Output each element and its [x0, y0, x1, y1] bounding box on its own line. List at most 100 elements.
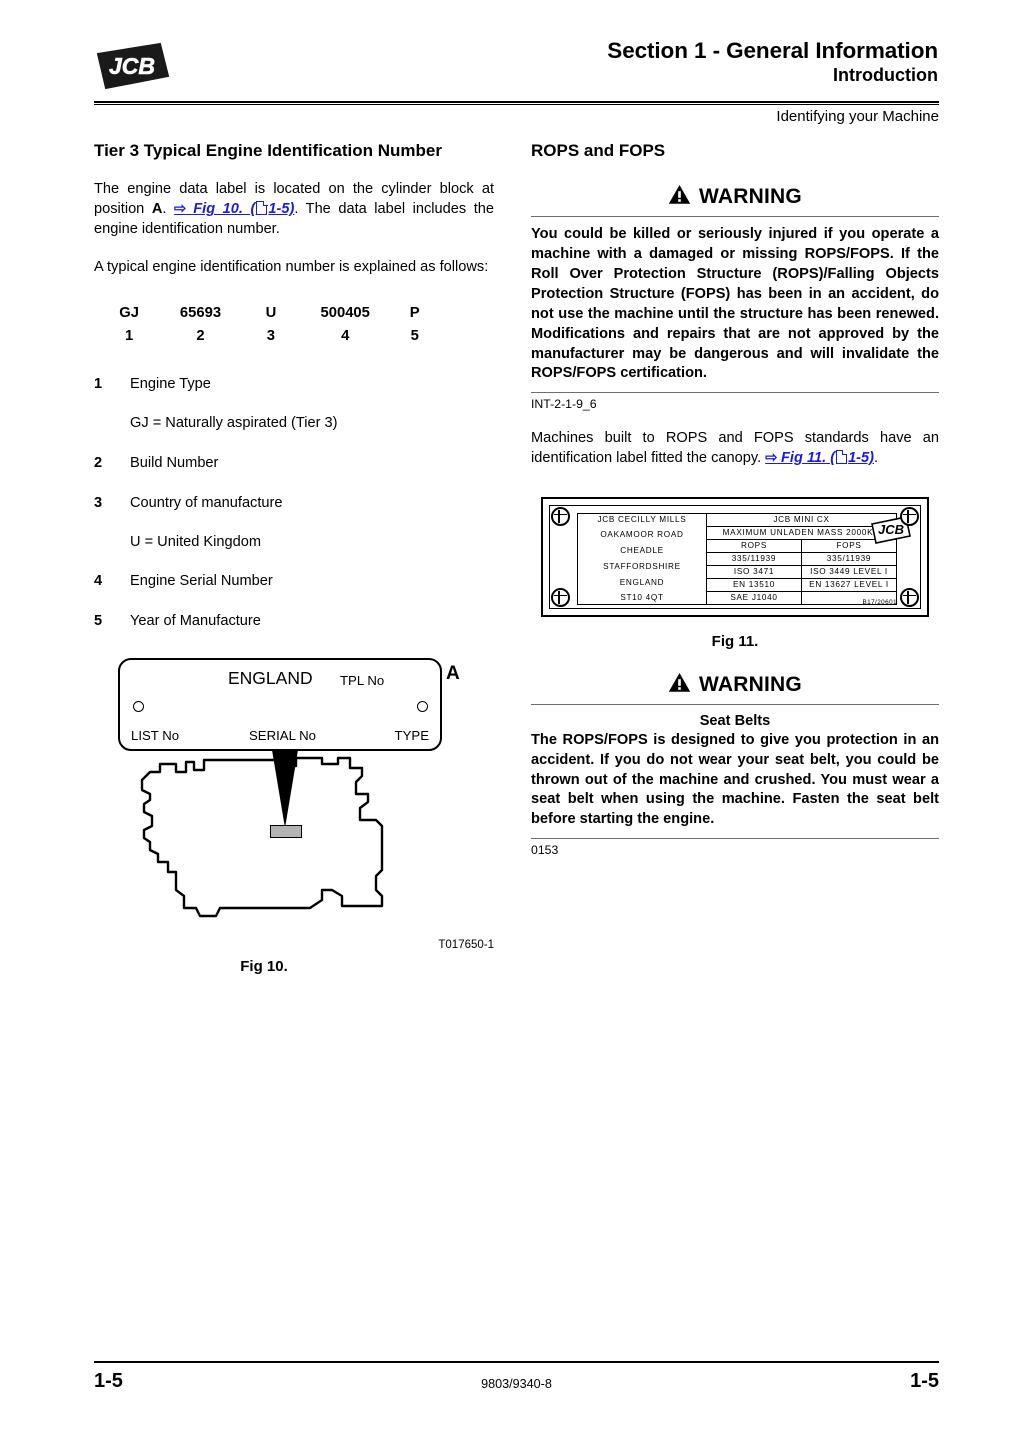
id-index-1: 1 — [124, 328, 134, 345]
address-line: STAFFORDSHIRE — [603, 561, 681, 571]
list-item: 3 Country of manufacture — [94, 494, 494, 514]
warning-block-rops-fops: WARNING You could be killed or seriously… — [531, 184, 939, 411]
left-column: Tier 3 Typical Engine Identification Num… — [94, 140, 494, 988]
rivet-top-left-icon — [551, 506, 570, 526]
id-parts-row: GJ 65693 U 500405 P — [104, 302, 434, 326]
label-location-marker — [270, 825, 302, 839]
address-line: JCB CECILLY MILLS — [597, 514, 687, 524]
xref-fig11-link[interactable]: ⇨ Fig 11. ( 1-5) — [765, 449, 875, 467]
list-item: 4 Engine Serial Number — [94, 572, 494, 592]
figure-10-caption: Fig 10. — [240, 958, 288, 976]
section-heading-rops-fops: ROPS and FOPS — [531, 141, 666, 160]
warning-text: You could be killed or seriously injured… — [531, 226, 939, 382]
leader-pointer-icon — [271, 744, 299, 829]
machine-model: JCB MINI CX — [773, 515, 830, 525]
list-item-number: 2 — [94, 454, 103, 471]
warning-triangle-icon — [668, 672, 691, 698]
id-index-4: 4 — [341, 328, 350, 345]
address-line: OAKAMOOR ROAD — [600, 530, 684, 540]
warning-reference-code: 0153 — [531, 843, 559, 858]
list-item: 2 Build Number — [94, 454, 494, 474]
rivet-bottom-left-icon — [551, 587, 570, 607]
plate-type: TYPE — [394, 728, 429, 744]
xref-label: Fig 10. ( — [193, 201, 256, 218]
id-index-3: 3 — [266, 328, 276, 345]
engine-id-legend-list: 1 Engine Type GJ = Naturally aspirated (… — [94, 375, 494, 632]
list-item-label: Build Number — [130, 454, 219, 471]
list-item-number: 1 — [94, 376, 103, 393]
page-icon — [836, 449, 848, 465]
table-cell: ISO 3471 — [707, 565, 802, 578]
label-drawing-code: B17/20601 — [862, 598, 897, 606]
id-part-5: P — [409, 304, 420, 321]
table-row: ISO 3471 ISO 3449 LEVEL I — [707, 565, 896, 579]
paragraph-typical-number: A typical engine identification number i… — [94, 258, 489, 275]
warning-text: The ROPS/FOPS is designed to give you pr… — [531, 731, 939, 828]
footer-divider — [94, 1361, 939, 1363]
header-divider — [94, 101, 939, 103]
jcb-logo-icon: JCB — [94, 42, 172, 90]
warning-triangle-icon — [668, 184, 691, 210]
manual-page: JCB Section 1 - General Information Intr… — [0, 0, 1024, 1449]
id-part-4: 500405 — [320, 304, 370, 321]
warning-subtitle: Seat Belts — [699, 712, 771, 729]
document-number: 9803/9340-8 — [481, 1377, 552, 1391]
list-item: 1 Engine Type — [94, 375, 494, 395]
table-cell: 335/11939 — [707, 552, 802, 565]
warning-header: WARNING — [531, 184, 939, 210]
warning-top-rule — [531, 216, 939, 218]
svg-text:JCB: JCB — [109, 53, 155, 79]
label-content: JCB CECILLY MILLS OAKAMOOR ROAD CHEADLE … — [577, 512, 897, 605]
xref-arrow-icon: ⇨ — [765, 450, 777, 467]
xref-page: 1-5) — [268, 201, 295, 218]
para-text-b: . — [874, 450, 879, 467]
list-item-label: Year of Manufacture — [130, 613, 261, 630]
table-row: EN 13510 EN 13627 LEVEL I — [707, 578, 896, 592]
list-item-number: 4 — [94, 573, 103, 590]
para-text-b: . — [162, 201, 174, 218]
table-row-model: JCB MINI CX — [707, 514, 896, 527]
rivet-bottom-right-icon — [900, 587, 919, 607]
table-cell: 335/11939 — [826, 554, 872, 564]
plate-list-no: LIST No — [131, 728, 180, 744]
rops-fops-identification-label: JCB CECILLY MILLS OAKAMOOR ROAD CHEADLE … — [541, 496, 929, 617]
section-heading-engine-id: Tier 3 Typical Engine Identification Num… — [94, 141, 442, 160]
table-row: 335/11939 335/11939 — [707, 552, 896, 566]
xref-fig10-link[interactable]: ⇨ Fig 10. (1-5) — [174, 200, 295, 218]
paragraph-rops-label: Machines built to ROPS and FOPS standard… — [531, 429, 939, 469]
figure-10: ENGLAND TPL No LIST No SERIAL No TYPE A … — [94, 658, 494, 988]
list-item-number: 3 — [94, 494, 103, 511]
warning-title: WARNING — [699, 185, 802, 209]
id-part-3: U — [265, 304, 277, 321]
table-cell: SAE J1040 — [707, 591, 802, 604]
callout-letter-a: A — [446, 663, 460, 685]
xref-page: 1-5) — [848, 450, 875, 467]
id-index-2: 2 — [196, 328, 205, 345]
warning-reference-code: INT-2-1-9_6 — [531, 397, 597, 412]
plate-country: ENGLAND — [228, 668, 313, 689]
figure-11-caption: Fig 11. — [711, 632, 759, 650]
column-header-rops: ROPS — [707, 539, 802, 552]
running-head: Identifying your Machine — [776, 108, 939, 125]
address-line: ENGLAND — [619, 577, 665, 587]
engine-data-label-plate: ENGLAND TPL No LIST No SERIAL No TYPE — [118, 658, 442, 752]
paragraph-engine-label-location: The engine data label is located on the … — [94, 180, 494, 240]
header-divider-thin — [94, 104, 939, 105]
figure-10-drawing-code: T017650-1 — [438, 939, 494, 952]
page-icon — [256, 200, 268, 216]
table-row-mass: MAXIMUM UNLADEN MASS 2000KG — [707, 527, 896, 540]
rivet-top-right-icon — [900, 506, 919, 526]
list-item: 5 Year of Manufacture — [94, 612, 494, 632]
list-item-detail: GJ = Naturally aspirated (Tier 3) — [130, 415, 338, 431]
id-part-1: GJ — [119, 304, 139, 321]
warning-bottom-rule — [531, 392, 939, 394]
warning-bottom-rule — [531, 838, 939, 840]
plate-tpl-no: TPL No — [340, 673, 385, 689]
xref-label: Fig 11. ( — [781, 450, 836, 467]
page-subtitle: Introduction — [833, 65, 938, 86]
list-item-label: Engine Serial Number — [130, 573, 273, 590]
right-column: ROPS and FOPS WARNING You could be kille… — [531, 140, 939, 857]
maximum-unladen-mass: MAXIMUM UNLADEN MASS 2000KG — [722, 528, 881, 538]
list-item-label: Country of manufacture — [130, 494, 283, 511]
figure-11: JCB CECILLY MILLS OAKAMOOR ROAD CHEADLE … — [531, 496, 939, 617]
